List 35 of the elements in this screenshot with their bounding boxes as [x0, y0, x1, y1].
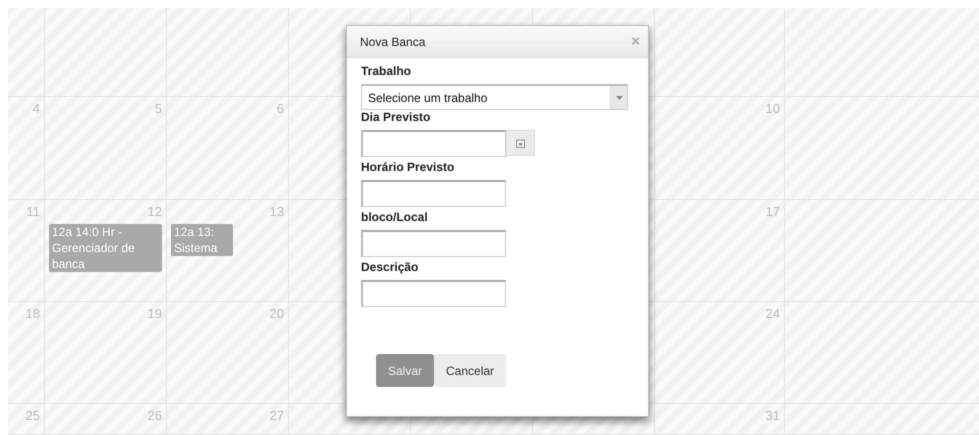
day-number: 13	[270, 204, 284, 220]
dialog-title: Nova Banca	[360, 34, 426, 48]
day-number: 27	[270, 408, 284, 424]
calendar-icon	[516, 138, 525, 148]
day-number: 19	[148, 306, 162, 322]
field-label: Dia Previsto	[361, 110, 430, 125]
day-number: 10	[766, 101, 780, 117]
input-field[interactable]	[361, 280, 506, 307]
day-number: 18	[26, 306, 40, 322]
day-number: 4	[32, 101, 40, 117]
day-number: 31	[766, 408, 780, 424]
day-number: 26	[148, 408, 162, 424]
cancel-button[interactable]: Cancelar	[434, 354, 506, 387]
day-number: 17	[766, 204, 780, 220]
calendar-button[interactable]	[506, 130, 535, 156]
field-label: bloco/Local	[361, 210, 428, 225]
date-field[interactable]	[361, 130, 506, 157]
field-label: Trabalho	[361, 64, 412, 79]
day-number: 20	[270, 306, 284, 322]
calendar-event[interactable]: 12a 13: Sistema	[171, 224, 233, 256]
close-button[interactable]: ×	[631, 33, 640, 50]
field-label: Descrição	[361, 260, 418, 275]
day-number: 6	[276, 101, 284, 117]
field-label: Horário Previsto	[361, 160, 454, 175]
day-number: 25	[26, 408, 40, 424]
day-number: 12	[148, 204, 162, 220]
day-number: 24	[766, 306, 780, 322]
day-number: 5	[154, 101, 162, 117]
input-field[interactable]	[361, 180, 506, 207]
save-button[interactable]: Salvar	[376, 354, 434, 387]
select-field[interactable]: Selecione um trabalho	[361, 84, 628, 110]
input-field[interactable]	[361, 230, 506, 257]
caret-icon	[616, 96, 622, 100]
day-number: 11	[26, 204, 40, 220]
calendar-event[interactable]: 12a 14:0 Hr - Gerenciador de banca	[49, 224, 162, 272]
